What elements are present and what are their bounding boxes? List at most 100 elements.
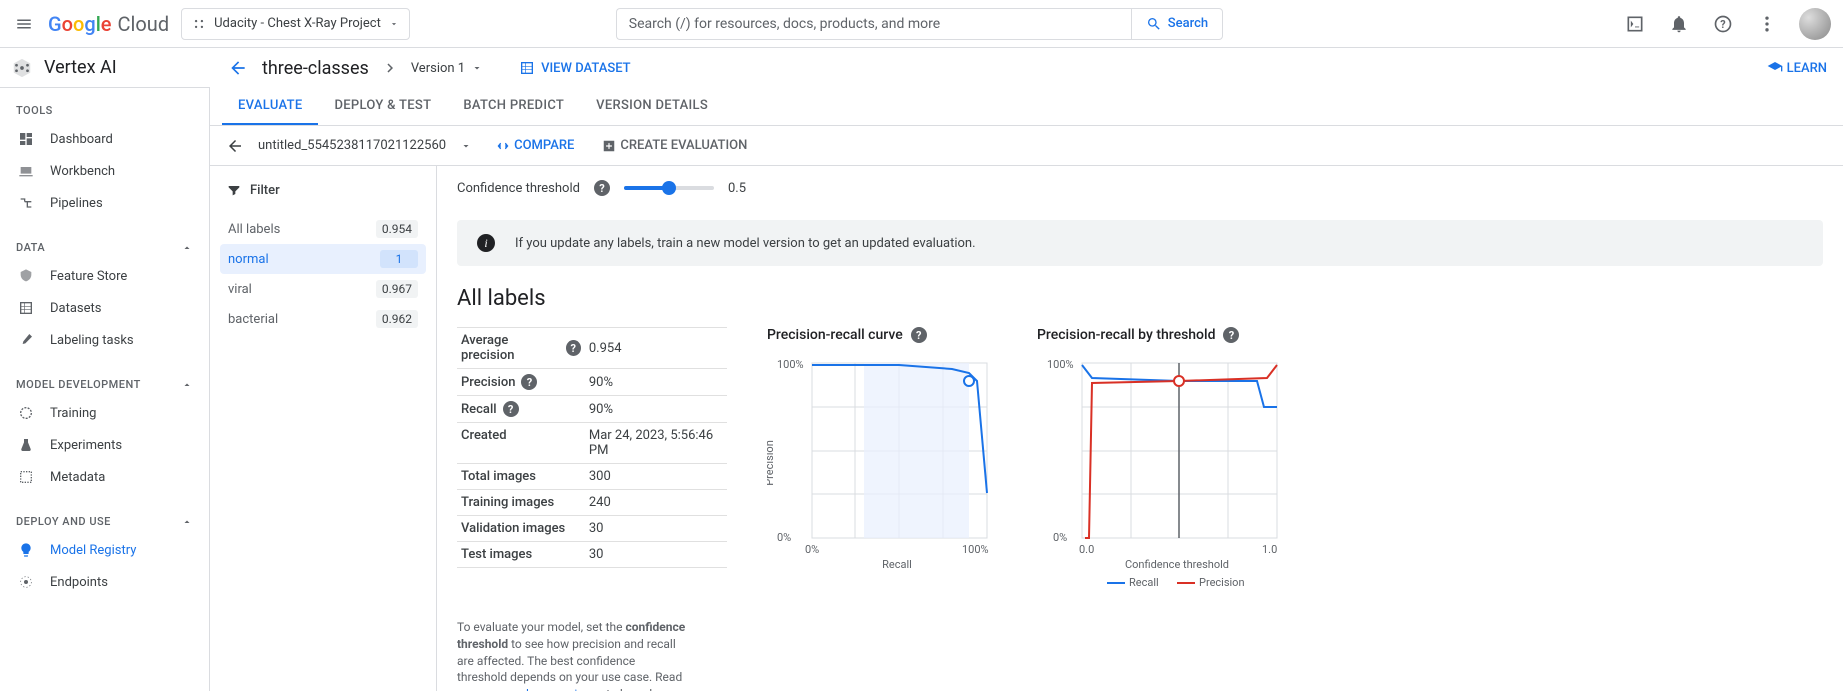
chart1-xmin: 0%	[805, 543, 819, 556]
help-icon[interactable]: ?	[1711, 12, 1735, 36]
help-icon[interactable]: ?	[503, 401, 519, 417]
label-name: normal	[228, 252, 269, 267]
slider-thumb[interactable]	[662, 181, 676, 195]
label-score: 1	[380, 250, 418, 268]
google-cloud-logo[interactable]: Google Cloud	[48, 12, 169, 36]
compare-label: COMPARE	[514, 138, 574, 153]
section-title: All labels	[437, 286, 1843, 327]
help-icon[interactable]: ?	[566, 340, 581, 356]
sidebar-item-experiments[interactable]: Experiments	[0, 429, 209, 461]
notifications-icon[interactable]	[1667, 12, 1691, 36]
sidebar-label: Model Registry	[50, 543, 136, 558]
sidebar-heading-data[interactable]: DATA	[0, 235, 209, 260]
version-picker[interactable]: Version 1	[411, 61, 483, 76]
metadata-icon	[16, 469, 36, 485]
create-evaluation-button[interactable]: CREATE EVALUATION	[602, 138, 747, 153]
search-placeholder: Search (/) for resources, docs, products…	[629, 16, 940, 32]
dashboard-icon	[16, 131, 36, 147]
sidebar-item-labeling-tasks[interactable]: Labeling tasks	[0, 324, 209, 356]
help-icon[interactable]: ?	[1223, 327, 1239, 343]
metric-value: 90%	[585, 396, 727, 423]
filter-label: Filter	[250, 183, 280, 198]
create-eval-label: CREATE EVALUATION	[620, 138, 747, 153]
metric-label: Average precision ?	[457, 328, 585, 368]
label-item-bacterial[interactable]: bacterial0.962	[220, 304, 426, 334]
labeling-icon	[16, 332, 36, 348]
label-name: viral	[228, 282, 252, 297]
filter-button[interactable]: Filter	[220, 182, 426, 198]
example-scenarios-link[interactable]: example scenarios	[490, 687, 603, 691]
more-icon[interactable]	[1755, 12, 1779, 36]
eval-back-button[interactable]	[226, 137, 244, 155]
help-icon[interactable]: ?	[911, 327, 927, 343]
eval-dropdown[interactable]	[460, 140, 472, 152]
evaluation-bar: untitled_5545238117021122560 COMPARE CRE…	[210, 126, 1843, 166]
search-button[interactable]: Search	[1131, 8, 1223, 40]
metric-label: Validation images	[457, 516, 585, 541]
model-registry-icon	[16, 542, 36, 558]
threshold-label: Confidence threshold	[457, 181, 580, 196]
compare-button[interactable]: COMPARE	[496, 138, 574, 153]
sidebar-item-metadata[interactable]: Metadata	[0, 461, 209, 493]
metric-label: Training images	[457, 490, 585, 515]
sidebar-item-datasets[interactable]: Datasets	[0, 292, 209, 324]
sidebar-item-dashboard[interactable]: Dashboard	[0, 123, 209, 155]
learn-icon	[1767, 60, 1783, 76]
sidebar-heading-model-dev[interactable]: MODEL DEVELOPMENT	[0, 372, 209, 397]
label-item-all-labels[interactable]: All labels0.954	[220, 214, 426, 244]
view-dataset-button[interactable]: VIEW DATASET	[519, 60, 630, 76]
view-dataset-label: VIEW DATASET	[541, 61, 630, 76]
cloud-shell-icon[interactable]	[1623, 12, 1647, 36]
caret-down-icon	[471, 62, 483, 74]
tab-batch-predict[interactable]: BATCH PREDICT	[447, 88, 580, 125]
info-icon: i	[477, 234, 495, 252]
tab-deploy-test[interactable]: DEPLOY & TEST	[318, 88, 447, 125]
filter-icon	[226, 182, 242, 198]
chart1-ylabel: Precision	[767, 440, 776, 486]
search-input[interactable]: Search (/) for resources, docs, products…	[616, 8, 1131, 40]
hamburger-menu-icon[interactable]	[12, 12, 36, 36]
tabs: EVALUATE DEPLOY & TEST BATCH PREDICT VER…	[210, 88, 1843, 126]
label-item-normal[interactable]: normal 1	[220, 244, 426, 274]
sidebar-item-feature-store[interactable]: Feature Store	[0, 260, 209, 292]
evaluation-name: untitled_5545238117021122560	[258, 138, 446, 153]
sidebar-label: Datasets	[50, 301, 102, 316]
sidebar-heading-deploy[interactable]: DEPLOY AND USE	[0, 509, 209, 534]
sidebar-item-training[interactable]: Training	[0, 397, 209, 429]
user-avatar[interactable]	[1799, 8, 1831, 40]
project-picker[interactable]: Udacity - Chest X-Ray Project	[181, 8, 410, 40]
endpoints-icon	[16, 574, 36, 590]
help-icon[interactable]: ?	[521, 374, 537, 390]
help-icon[interactable]: ?	[594, 180, 610, 196]
sidebar-item-pipelines[interactable]: Pipelines	[0, 187, 209, 219]
sidebar-label: Labeling tasks	[50, 333, 134, 348]
chart2-xmin: 0.0	[1079, 543, 1094, 556]
sidebar-heading-tools[interactable]: TOOLS	[0, 98, 209, 123]
tab-version-details[interactable]: VERSION DETAILS	[580, 88, 724, 125]
datasets-icon	[16, 300, 36, 316]
sidebar-item-workbench[interactable]: Workbench	[0, 155, 209, 187]
back-button[interactable]	[226, 56, 250, 80]
sidebar-item-endpoints[interactable]: Endpoints	[0, 566, 209, 598]
sidebar-item-model-registry[interactable]: Model Registry	[0, 534, 209, 566]
learn-button[interactable]: LEARN	[1767, 60, 1827, 76]
chart1-ymin: 0%	[777, 531, 791, 544]
metric-value: 30	[585, 542, 727, 568]
model-header: three-classes Version 1 VIEW DATASET LEA…	[210, 48, 1843, 88]
sidebar-label: Training	[50, 406, 96, 421]
metric-label: Total images	[457, 464, 585, 489]
info-banner: i If you update any labels, train a new …	[457, 220, 1823, 266]
label-score: 0.954	[376, 220, 418, 238]
help-note: To evaluate your model, set the confiden…	[437, 603, 707, 691]
threshold-slider[interactable]	[624, 186, 714, 190]
label-item-viral[interactable]: viral0.967	[220, 274, 426, 304]
product-title: Vertex AI	[44, 57, 210, 78]
metric-row: Average precision ?0.954	[457, 328, 727, 369]
chevron-up-icon	[181, 379, 193, 391]
tab-evaluate[interactable]: EVALUATE	[222, 88, 318, 125]
metric-label: Recall ?	[457, 396, 585, 422]
sidebar: TOOLS Dashboard Workbench Pipelines DATA…	[0, 88, 210, 691]
metric-row: Test images 30	[457, 542, 727, 568]
chart2-ymin: 0%	[1053, 531, 1067, 544]
chevron-right-icon	[381, 59, 399, 77]
